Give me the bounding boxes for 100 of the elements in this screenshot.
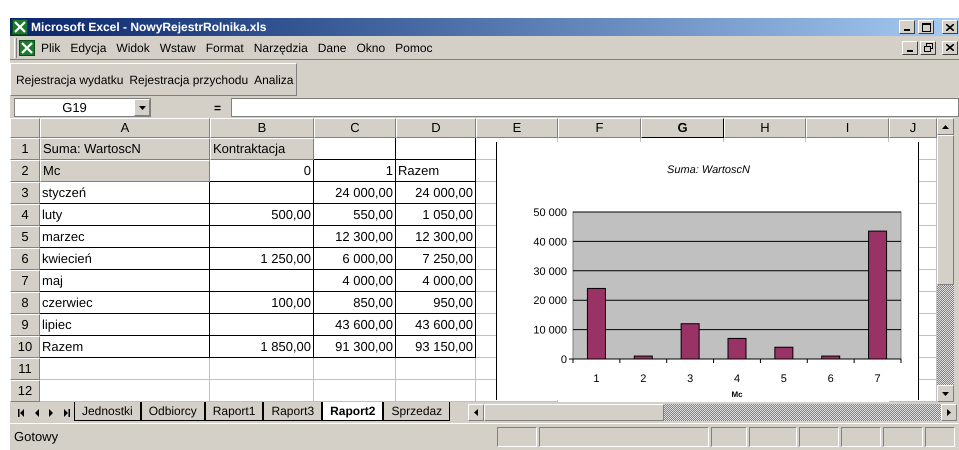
select-all-corner[interactable]	[10, 118, 40, 138]
menu-item[interactable]: Widok	[112, 38, 154, 56]
row-header[interactable]: 7	[10, 270, 40, 292]
table-cell: 43 600,00	[396, 314, 476, 336]
toolbar-button[interactable]: Rejestracja wydatku	[15, 70, 124, 88]
status-panel	[883, 427, 923, 447]
menu-item[interactable]: Edycja	[66, 38, 110, 56]
document-icon	[19, 40, 35, 56]
status-panel	[497, 427, 537, 447]
sheet-tab[interactable]: Odbiorcy	[140, 402, 205, 421]
restore-button[interactable]	[920, 40, 936, 54]
status-panel	[711, 427, 747, 447]
scroll-right-icon	[947, 409, 951, 416]
close-icon	[946, 24, 954, 30]
table-cell: 4 000,00	[314, 270, 396, 292]
minimize-button[interactable]	[899, 20, 915, 34]
toolbar-button[interactable]: Analiza	[253, 70, 294, 88]
table-cell: 24 000,00	[396, 182, 476, 204]
app-icon	[12, 19, 28, 35]
table-cell: 500,00	[210, 204, 314, 226]
row-header[interactable]: 2	[10, 160, 40, 182]
column-header[interactable]: A	[40, 118, 210, 138]
column-header[interactable]: G	[641, 118, 724, 138]
status-panel	[749, 427, 797, 447]
bar	[821, 356, 840, 360]
table-cell: Razem	[396, 160, 476, 182]
table-cell: 91 300,00	[314, 336, 396, 358]
horizontal-scrollbar[interactable]	[468, 404, 957, 421]
close-icon	[946, 44, 954, 51]
row-header[interactable]: 5	[10, 226, 40, 248]
column-header[interactable]: H	[724, 118, 806, 138]
sheet-tab[interactable]: Sprzedaz	[383, 402, 450, 421]
menu-item[interactable]: Format	[202, 38, 248, 56]
row-header[interactable]: 8	[10, 292, 40, 314]
toolbar-button[interactable]: Rejestracja przychodu	[128, 70, 250, 88]
y-tick-label: 30 000	[533, 266, 567, 278]
row-header[interactable]: 10	[10, 336, 40, 358]
menu-item[interactable]: Narzędzia	[250, 38, 312, 56]
minimize-icon	[904, 29, 910, 31]
table-cell: 12 300,00	[396, 226, 476, 248]
x-tick-label: 4	[734, 373, 740, 385]
row-header[interactable]: 4	[10, 204, 40, 226]
menu-item[interactable]: Wstaw	[156, 38, 200, 56]
x-tick-label: 5	[780, 373, 787, 385]
sheet-tab[interactable]: Jednostki	[74, 402, 141, 421]
status-panel	[799, 427, 839, 447]
x-tick-label: 3	[687, 373, 694, 385]
x-tick-label: 6	[828, 373, 834, 385]
menu-item[interactable]: Dane	[314, 38, 350, 56]
menu-item[interactable]: Pomoc	[391, 38, 436, 56]
minimize-button[interactable]	[902, 40, 918, 54]
x-tick-label: 7	[874, 373, 881, 385]
row-header[interactable]: 6	[10, 248, 40, 270]
formula-equals: =	[212, 100, 222, 116]
x-tick-label: 2	[640, 373, 646, 385]
status-panel	[925, 427, 955, 447]
row-header[interactable]: 9	[10, 314, 40, 336]
sheet-tab[interactable]: Raport1	[204, 402, 264, 421]
close-button[interactable]	[942, 20, 958, 34]
restore-icon	[924, 43, 932, 52]
menu-item[interactable]: Plik	[37, 38, 64, 56]
scroll-up-icon	[942, 124, 949, 128]
row-header[interactable]: 12	[10, 380, 40, 402]
table-cell: 1 250,00	[210, 248, 314, 270]
right-arrow-icon	[63, 408, 70, 416]
sheet-tab[interactable]: Raport3	[263, 402, 322, 421]
table-cell: 43 600,00	[314, 314, 396, 336]
status-text: Gotowy	[14, 428, 60, 446]
table-cell: 93 150,00	[396, 336, 476, 358]
table-cell: styczeń	[40, 182, 210, 204]
table-cell: 4 000,00	[396, 270, 476, 292]
formula-field[interactable]	[231, 98, 959, 117]
table-cell: 1	[314, 160, 396, 182]
column-header[interactable]: C	[314, 118, 396, 138]
menu-item[interactable]: Okno	[352, 38, 390, 56]
table-cell: 7 250,00	[396, 248, 476, 270]
scroll-left-icon	[474, 409, 478, 416]
table-cell: marzec	[40, 226, 210, 248]
column-header[interactable]: I	[806, 118, 889, 138]
chart-title: Suma: WartoscN	[667, 164, 750, 176]
table-cell: Mc	[40, 160, 210, 182]
column-header[interactable]: J	[889, 118, 937, 138]
maximize-button[interactable]	[918, 20, 934, 34]
left-arrow-icon	[33, 408, 40, 416]
name-box[interactable]: G19	[14, 98, 151, 117]
table-cell: 550,00	[314, 204, 396, 226]
close-button[interactable]	[942, 40, 958, 54]
vertical-scrollbar[interactable]	[937, 118, 954, 402]
y-tick-label: 40 000	[533, 236, 567, 248]
x-axis-title: Mc	[731, 390, 743, 399]
row-header[interactable]: 11	[10, 358, 40, 380]
column-header[interactable]: E	[476, 118, 558, 138]
row-header[interactable]: 1	[10, 138, 40, 160]
y-tick-label: 10 000	[533, 324, 567, 337]
sheet-tab[interactable]: Raport2	[322, 402, 384, 421]
column-header[interactable]: D	[396, 118, 476, 138]
row-header[interactable]: 3	[10, 182, 40, 204]
column-header[interactable]: B	[210, 118, 314, 138]
right-arrow-icon	[48, 408, 55, 416]
column-header[interactable]: F	[558, 118, 641, 138]
